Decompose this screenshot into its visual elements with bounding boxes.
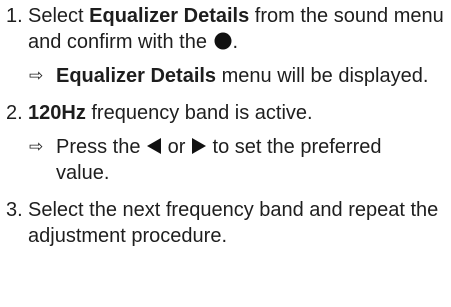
step-1: 1. Select Equalizer Details from the sou… [0, 3, 451, 55]
step-3: 3. Select the next frequency band and re… [0, 197, 451, 249]
step-text: 120Hz frequency band is active. [28, 102, 313, 124]
step-2: 2. 120Hz frequency band is active. [0, 100, 451, 126]
step-number: 3. [6, 199, 23, 221]
step-text: Select Equalizer Details from the sound … [28, 5, 444, 53]
instruction-list: 1. Select Equalizer Details from the sou… [0, 0, 451, 249]
step-text: Select the next frequency band and repea… [28, 199, 439, 247]
result-text: Press the or to set the preferred value. [56, 136, 382, 184]
result-1: ⇨ Equalizer Details menu will be display… [0, 63, 451, 89]
right-outline-arrow-icon: ⇨ [29, 137, 44, 157]
filled-circle-button-icon [214, 32, 232, 50]
frequency-band: 120Hz [28, 102, 86, 124]
result-2: ⇨ Press the or to set the preferred valu… [0, 134, 451, 186]
step-number: 2. [6, 102, 23, 124]
right-outline-arrow-icon: ⇨ [29, 66, 44, 86]
result-text: Equalizer Details menu will be displayed… [56, 65, 429, 87]
menu-name: Equalizer Details [89, 5, 250, 27]
right-triangle-icon [191, 138, 206, 154]
step-number: 1. [6, 5, 23, 27]
left-triangle-icon [147, 138, 162, 154]
